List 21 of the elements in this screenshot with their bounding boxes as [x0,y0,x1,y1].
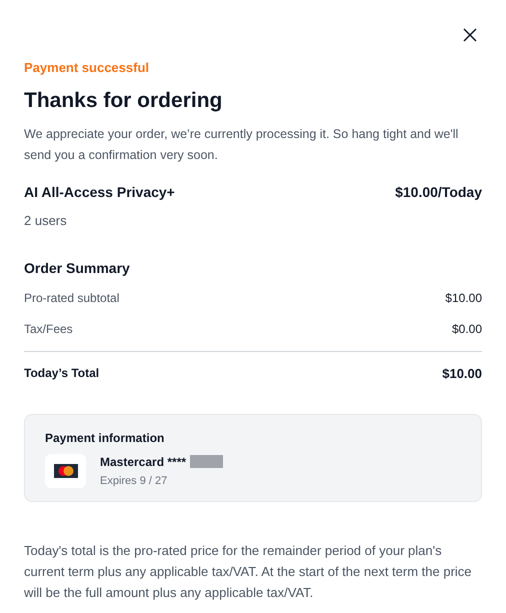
page-title: Thanks for ordering [24,88,224,114]
total-value: $10.00 [442,365,482,383]
product-name: AI All-Access Privacy+ [24,182,175,202]
payment-heading: Payment information [45,430,166,446]
card-brand-icon [54,464,78,478]
message-text: We appreciate your order, we’re currently processing it. So hang tight and we'll send you a confirmation very soon. [24,126,460,164]
close-icon [463,28,477,42]
note-text: Today's total is the pro-rated price for the remainder period of your plan's current term plus any applicable tax/VAT. At the start of the next term the price will be the full amount plus any applicable tax/VAT. [24,542,473,602]
summary-value: $10.00 [445,290,482,307]
summary-heading: Order Summary [24,259,131,278]
close-button[interactable] [463,27,479,43]
summary-value: $0.00 [452,321,482,338]
card-name: Mastercard **** [100,454,186,470]
product-price: $10.00/Today [395,182,482,202]
total-label: Today’s Total [24,365,100,382]
status-label: Payment successful [24,59,150,77]
summary-label: Tax/Fees [24,321,73,338]
summary-label: Pro-rated subtotal [24,290,120,307]
user-count: 2 users [24,212,68,230]
redacted-block [190,455,224,468]
card-expiry: Expires 9 / 27 [100,474,168,488]
